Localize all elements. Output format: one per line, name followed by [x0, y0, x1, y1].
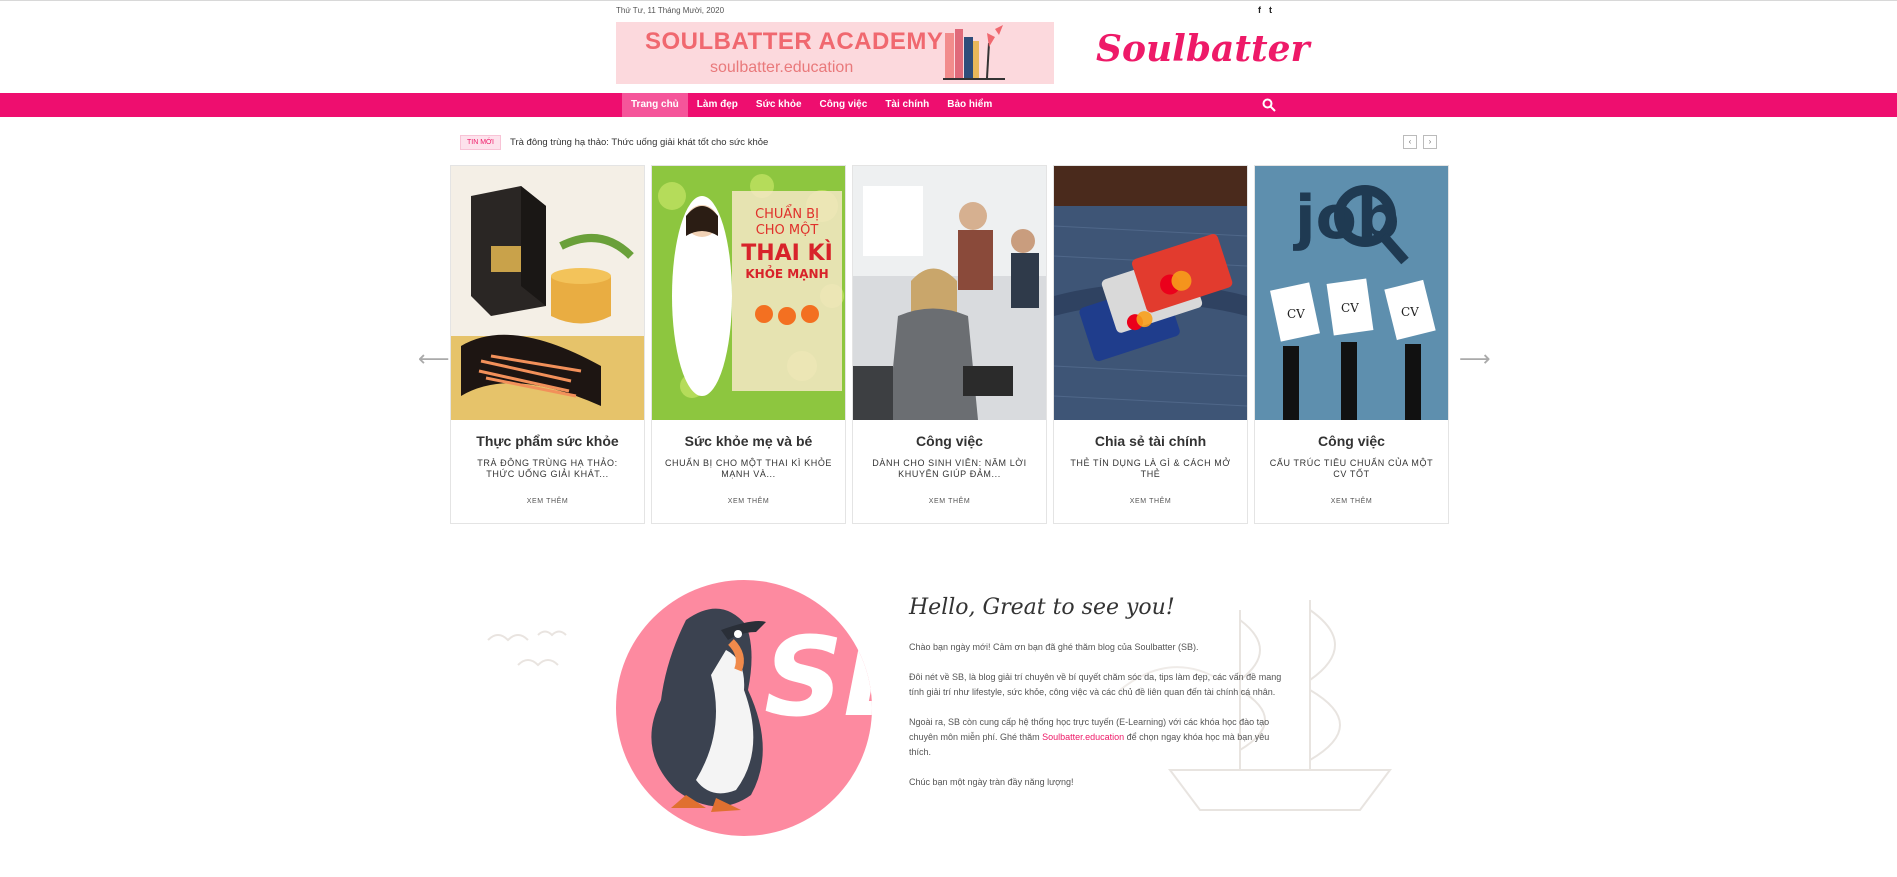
post-excerpt[interactable]: THẺ TÍN DỤNG LÀ GÌ & CÁCH MỞ THẺ [1066, 458, 1235, 480]
nav-menu: Trang chủ Làm đẹp Sức khỏe Công việc Tài… [622, 93, 1001, 117]
svg-text:CV: CV [1287, 307, 1305, 321]
read-more-link[interactable]: XEM THÊM [652, 498, 845, 505]
post-thumbnail [853, 166, 1046, 420]
about-paragraph: Đôi nét về SB, là blog giải trí chuyên v… [909, 672, 1282, 697]
post-category: Sức khỏe mẹ và bé [684, 433, 813, 449]
slider-prev-arrow[interactable]: ⟵ [418, 346, 450, 372]
current-date: Thứ Tư, 11 Tháng Mười, 2020 [616, 6, 725, 15]
post-excerpt[interactable]: TRÀ ĐÔNG TRÙNG HẠ THẢO: THỨC UỐNG GIẢI K… [463, 458, 632, 480]
nav-item-insurance[interactable]: Bảo hiểm [938, 93, 1001, 117]
education-link[interactable]: Soulbatter.education [1042, 732, 1124, 742]
elearning-paragraph: Ngoài ra, SB còn cung cấp hệ thống học t… [909, 715, 1289, 760]
slider-next-arrow[interactable]: ⟶ [1459, 346, 1491, 372]
post-thumbnail: CHUẨN BỊ CHO MỘT THAI KÌ KHỎE MẠNH [652, 166, 845, 420]
svg-text:CV: CV [1401, 305, 1419, 319]
top-border [0, 0, 1897, 1]
read-more-link[interactable]: XEM THÊM [1054, 498, 1247, 505]
post-card[interactable]: Chia sẻ tài chính THẺ TÍN DỤNG LÀ GÌ & C… [1053, 165, 1248, 524]
academy-banner[interactable]: SOULBATTER ACADEMY soulbatter.education [616, 22, 1054, 84]
svg-text:CHO MỘT: CHO MỘT [756, 222, 819, 238]
read-more-link[interactable]: XEM THÊM [451, 498, 644, 505]
post-card[interactable]: Công việc DÀNH CHO SINH VIÊN: NĂM LỜI KH… [852, 165, 1047, 524]
post-thumbnail [1054, 166, 1247, 420]
post-card[interactable]: CHUẨN BỊ CHO MỘT THAI KÌ KHỎE MẠNH Sức k… [651, 165, 846, 524]
svg-text:KHỎE MẠNH: KHỎE MẠNH [745, 265, 828, 281]
site-logo[interactable]: Soulbatter [1096, 28, 1310, 70]
nav-item-health[interactable]: Sức khỏe [747, 93, 811, 117]
post-excerpt[interactable]: DÀNH CHO SINH VIÊN: NĂM LỜI KHUYÊN GIÚP … [865, 458, 1034, 480]
post-category: Công việc [916, 433, 983, 449]
search-icon[interactable] [1262, 98, 1276, 112]
penguin-logo: SB [616, 580, 872, 836]
facebook-icon[interactable]: f [1258, 5, 1261, 15]
post-category: Công việc [1318, 433, 1385, 449]
ticker-next-button[interactable]: › [1423, 135, 1437, 149]
nav-item-home[interactable]: Trang chủ [622, 93, 688, 117]
post-card[interactable]: Thực phẩm sức khỏe TRÀ ĐÔNG TRÙNG HẠ THẢ… [450, 165, 645, 524]
ticker-prev-button[interactable]: ‹ [1403, 135, 1417, 149]
banner-title: SOULBATTER ACADEMY [645, 28, 944, 55]
nav-item-work[interactable]: Công việc [811, 93, 877, 117]
svg-text:THAI KÌ: THAI KÌ [741, 240, 833, 266]
books-icon [943, 25, 1005, 80]
svg-text:CHUẨN BỊ: CHUẨN BỊ [755, 205, 819, 222]
news-ticker: TIN MỚI Trà đông trùng hạ thảo: Thức uốn… [460, 134, 768, 150]
post-thumbnail: job CV CV CV [1255, 166, 1448, 420]
twitter-icon[interactable]: t [1269, 5, 1272, 15]
ticker-headline[interactable]: Trà đông trùng hạ thảo: Thức uống giải k… [510, 137, 768, 148]
ship-illustration [1119, 600, 1392, 811]
post-excerpt[interactable]: CHUẨN BỊ CHO MỘT THAI KÌ KHỎE MẠNH VÀ... [664, 458, 833, 480]
closing-paragraph: Chúc bạn một ngày tràn đầy năng lượng! [909, 777, 1074, 787]
banner-url: soulbatter.education [710, 59, 854, 76]
svg-text:SB: SB [764, 613, 872, 741]
post-thumbnail [451, 166, 644, 420]
read-more-link[interactable]: XEM THÊM [853, 498, 1046, 505]
post-card[interactable]: job CV CV CV Công việc CẤU TRÚC TIÊU CHU… [1254, 165, 1449, 524]
nav-item-beauty[interactable]: Làm đẹp [688, 93, 747, 117]
intro-paragraph: Chào bạn ngày mới! Cảm ơn bạn đã ghé thă… [909, 642, 1199, 652]
nav-item-finance[interactable]: Tài chính [876, 93, 938, 117]
ticker-tag: TIN MỚI [460, 134, 501, 150]
read-more-link[interactable]: XEM THÊM [1255, 498, 1448, 505]
post-category: Thực phẩm sức khỏe [476, 433, 619, 449]
svg-text:CV: CV [1341, 301, 1359, 315]
social-links: f t [1258, 5, 1272, 15]
birds-illustration [487, 630, 567, 667]
post-category: Chia sẻ tài chính [1094, 433, 1207, 449]
hello-title: Hello, Great to see you! [909, 595, 1175, 620]
main-navbar: Trang chủ Làm đẹp Sức khỏe Công việc Tài… [0, 93, 1897, 117]
post-excerpt[interactable]: CẤU TRÚC TIÊU CHUẨN CỦA MỘT CV TỐT [1267, 458, 1436, 480]
